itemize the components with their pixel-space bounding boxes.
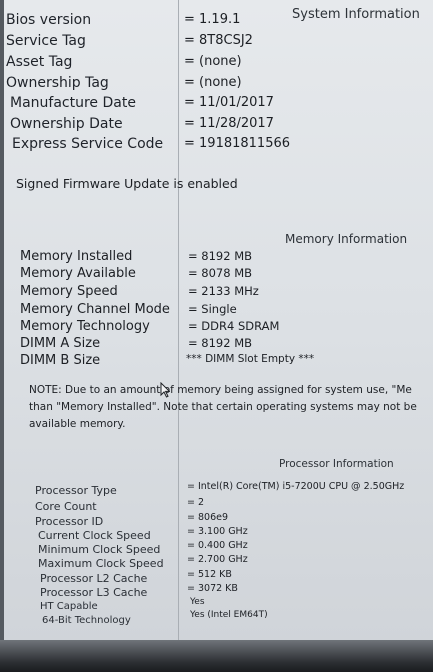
field-value: = 1.19.1 bbox=[184, 12, 241, 27]
firmware-message: Signed Firmware Update is enabled bbox=[16, 176, 238, 191]
field-label: HT Capable bbox=[40, 601, 98, 612]
field-label: Processor ID bbox=[35, 515, 104, 528]
field-value: = DDR4 SDRAM bbox=[188, 319, 280, 333]
field-value: = 806e9 bbox=[187, 512, 229, 523]
field-label: Express Service Code bbox=[12, 136, 164, 152]
field-label: Bios version bbox=[6, 12, 92, 28]
note-line: NOTE: Due to an amount of memory being a… bbox=[29, 384, 412, 396]
field-label: DIMM B Size bbox=[20, 353, 101, 368]
field-label: Ownership Tag bbox=[6, 75, 109, 91]
field-label: Memory Channel Mode bbox=[20, 302, 170, 317]
field-value: = 2 bbox=[187, 497, 205, 508]
left-border bbox=[0, 0, 4, 672]
field-value: *** DIMM Slot Empty *** bbox=[186, 353, 315, 365]
field-label: Core Count bbox=[35, 500, 97, 513]
field-label: Maximum Clock Speed bbox=[38, 557, 164, 570]
field-value: = 8T8CSJ2 bbox=[184, 33, 253, 48]
field-label: DIMM A Size bbox=[20, 336, 101, 351]
field-value: = 8078 MB bbox=[188, 266, 253, 280]
field-value: = 8192 MB bbox=[188, 336, 253, 350]
field-value: = Single bbox=[188, 302, 237, 316]
field-label: Memory Technology bbox=[20, 319, 150, 334]
field-value: = 0.400 GHz bbox=[187, 540, 248, 551]
field-value: = (none) bbox=[184, 75, 242, 90]
field-value: = 11/28/2017 bbox=[184, 116, 274, 131]
processor-info-title: Processor Information bbox=[279, 458, 394, 470]
field-value: = 19181811566 bbox=[184, 136, 291, 151]
note-line: available memory. bbox=[29, 418, 126, 430]
field-label: Memory Available bbox=[20, 266, 136, 281]
field-value: = 2.700 GHz bbox=[187, 554, 248, 565]
field-label: Asset Tag bbox=[6, 54, 73, 70]
memory-info-title: Memory Information bbox=[285, 232, 408, 246]
mouse-pointer-icon bbox=[160, 382, 170, 398]
field-label: Manufacture Date bbox=[10, 95, 136, 111]
field-label: Ownership Date bbox=[10, 116, 123, 132]
field-label: Minimum Clock Speed bbox=[38, 543, 161, 556]
field-value: = 3072 KB bbox=[187, 583, 238, 594]
field-label: 64-Bit Technology bbox=[42, 615, 131, 626]
field-value: Yes (Intel EM64T) bbox=[190, 610, 268, 620]
field-label: Memory Speed bbox=[20, 284, 118, 299]
field-value: = (none) bbox=[184, 54, 242, 69]
bios-screen: System Information Bios version = 1.19.1… bbox=[0, 0, 433, 672]
field-label: Service Tag bbox=[6, 33, 86, 49]
system-info-title: System Information bbox=[292, 7, 420, 22]
field-value: = 3.100 GHz bbox=[187, 526, 248, 537]
field-label: Processor Type bbox=[35, 484, 117, 497]
column-divider bbox=[178, 0, 179, 640]
field-value: = Intel(R) Core(TM) i5-7200U CPU @ 2.50G… bbox=[187, 481, 405, 492]
field-value: = 2133 MHz bbox=[188, 284, 259, 298]
field-label: Memory Installed bbox=[20, 249, 133, 264]
field-label: Processor L2 Cache bbox=[40, 572, 148, 585]
field-label: Processor L3 Cache bbox=[40, 586, 148, 599]
field-value: = 11/01/2017 bbox=[184, 95, 274, 110]
field-value: = 8192 MB bbox=[188, 249, 253, 263]
field-value: = 512 KB bbox=[187, 569, 232, 580]
memory-note: NOTE: Due to an amount of memory being a… bbox=[29, 382, 433, 433]
field-value: Yes bbox=[190, 597, 205, 607]
screen-bezel bbox=[0, 640, 433, 672]
note-line: than "Memory Installed". Note that certa… bbox=[29, 401, 417, 413]
field-label: Current Clock Speed bbox=[38, 529, 151, 542]
